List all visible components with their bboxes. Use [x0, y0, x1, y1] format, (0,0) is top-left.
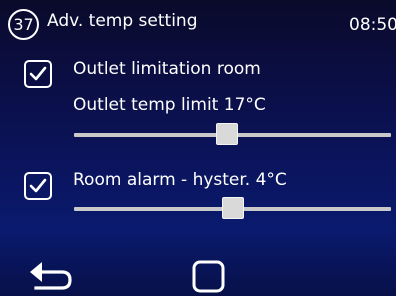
- checkmark-icon: [29, 178, 47, 193]
- slider-thumb[interactable]: [222, 197, 244, 219]
- back-button[interactable]: [28, 260, 74, 292]
- room-alarm-checkbox[interactable]: [24, 172, 52, 200]
- page-number-badge: 37: [8, 9, 39, 40]
- outlet-limitation-label: Outlet limitation room: [73, 59, 261, 79]
- home-button[interactable]: [192, 260, 226, 294]
- room-alarm-hysteresis-label: Room alarm - hyster. 4°C: [73, 170, 287, 190]
- checkmark-icon: [29, 66, 47, 81]
- outlet-temp-limit-label: Outlet temp limit 17°C: [73, 95, 266, 115]
- screen: 37 Adv. temp setting 08:50 Outlet limita…: [0, 0, 396, 296]
- outlet-limitation-checkbox[interactable]: [24, 60, 52, 88]
- room-alarm-hysteresis-slider[interactable]: [74, 197, 391, 221]
- home-square-icon: [192, 260, 225, 293]
- page-title: Adv. temp setting: [47, 11, 198, 31]
- outlet-temp-limit-slider[interactable]: [74, 123, 391, 147]
- back-arrow-icon: [30, 262, 72, 290]
- clock: 08:50: [349, 15, 396, 35]
- slider-thumb[interactable]: [216, 123, 238, 145]
